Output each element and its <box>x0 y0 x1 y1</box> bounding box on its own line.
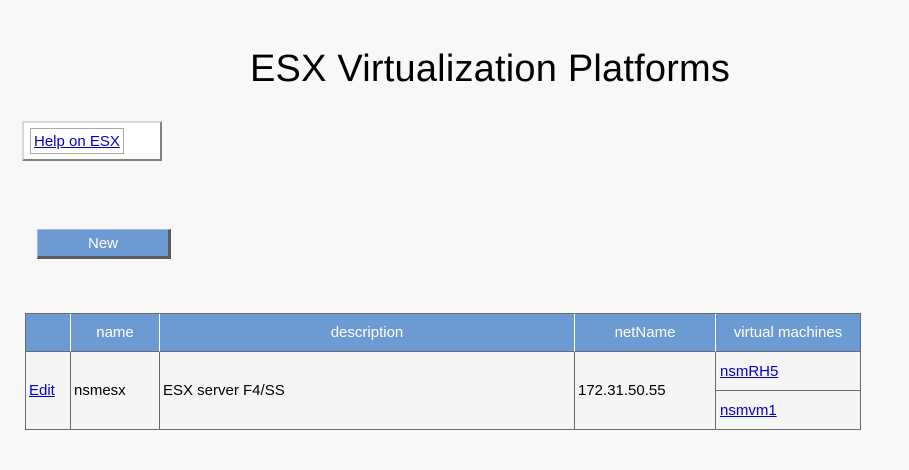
new-button[interactable]: New <box>37 229 171 259</box>
page-title: ESX Virtualization Platforms <box>250 48 731 90</box>
table-row: Edit nsmesx ESX server F4/SS 172.31.50.5… <box>26 352 860 429</box>
list-item: nsmRH5 <box>716 352 860 390</box>
column-header-edit <box>26 314 71 352</box>
virtual-machines-cell: nsmRH5 nsmvm1 <box>716 352 860 429</box>
list-item: nsmvm1 <box>716 390 860 429</box>
vm-link-nsmvm1[interactable]: nsmvm1 <box>720 402 777 419</box>
column-header-virtual-machines: virtual machines <box>716 314 860 352</box>
column-header-netname: netName <box>575 314 716 352</box>
virtual-machines-list: nsmRH5 nsmvm1 <box>716 352 860 429</box>
column-header-description: description <box>160 314 575 352</box>
help-panel: Help on ESX <box>22 121 162 161</box>
description-cell: ESX server F4/SS <box>160 352 575 429</box>
column-header-name: name <box>71 314 160 352</box>
esx-platforms-table: name description netName virtual machine… <box>25 313 861 430</box>
help-link-frame: Help on ESX <box>30 128 124 154</box>
vm-link-nsmrh5[interactable]: nsmRH5 <box>720 363 778 380</box>
table-header-row: name description netName virtual machine… <box>26 314 860 352</box>
edit-link[interactable]: Edit <box>29 382 55 399</box>
name-cell: nsmesx <box>71 352 160 429</box>
edit-cell: Edit <box>26 352 71 429</box>
netname-cell: 172.31.50.55 <box>575 352 716 429</box>
help-on-esx-link[interactable]: Help on ESX <box>34 133 120 150</box>
